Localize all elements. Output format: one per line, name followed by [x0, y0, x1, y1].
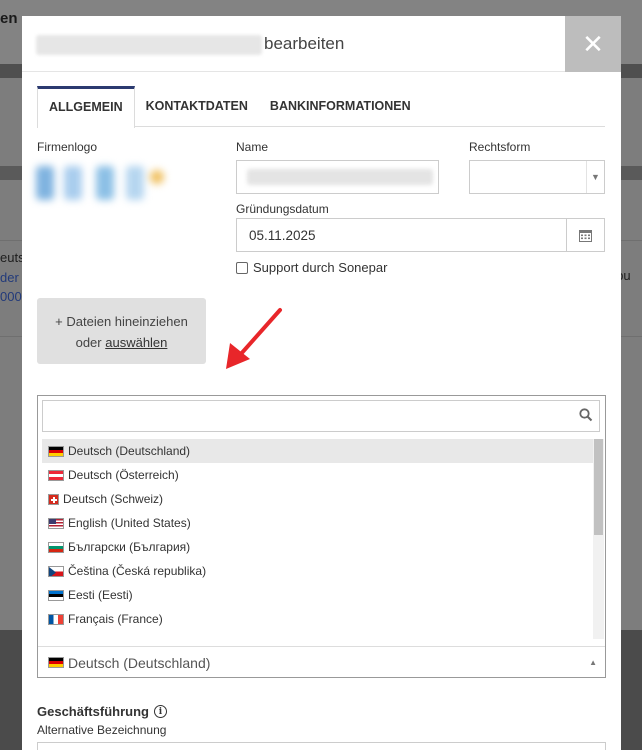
language-dropdown[interactable]: Deutsch (Deutschland) Deutsch (Österreic… — [37, 395, 606, 678]
language-selected-value[interactable]: Deutsch (Deutschland) ▲ — [38, 646, 605, 678]
legal-form-select[interactable]: ▼ — [469, 160, 605, 194]
name-label: Name — [236, 140, 269, 154]
alternative-name-input[interactable] — [37, 742, 606, 750]
support-checkbox-row[interactable]: Support durch Sonepar — [236, 260, 387, 275]
management-section-title: Geschäftsführung i — [37, 704, 167, 719]
language-option-en-us[interactable]: English (United States) — [42, 511, 602, 535]
flag-germany-icon — [48, 657, 64, 668]
alternative-name-label: Alternative Bezeichnung — [37, 723, 167, 737]
flag-france-icon — [48, 613, 64, 625]
language-search-input[interactable] — [42, 400, 600, 432]
flag-bulgaria-icon — [48, 541, 64, 553]
edit-company-modal: bearbeiten ✕ ALLGEMEIN KONTAKTDATEN BANK… — [22, 16, 621, 750]
dropzone-text-2: oder auswählen — [75, 335, 168, 350]
redacted-name-value — [247, 169, 433, 185]
language-option-bg-bg[interactable]: Български (България) — [42, 535, 602, 559]
tab-kontaktdaten[interactable]: KONTAKTDATEN — [135, 86, 259, 127]
search-icon — [579, 408, 593, 422]
chevron-up-icon: ▲ — [589, 658, 597, 667]
dropzone-text: + Dateien hineinziehen — [55, 314, 188, 329]
flag-czech-icon — [48, 565, 64, 577]
red-arrow-annotation — [226, 308, 282, 369]
close-button[interactable]: ✕ — [565, 16, 621, 72]
founding-date-label: Gründungsdatum — [236, 202, 329, 216]
language-option-fr-fr[interactable]: Français (France) — [42, 607, 602, 631]
support-checkbox[interactable] — [236, 261, 248, 274]
modal-title: bearbeiten — [264, 34, 345, 53]
language-option-de-ch[interactable]: Deutsch (Schweiz) — [42, 487, 602, 511]
modal-header: bearbeiten ✕ — [22, 16, 621, 72]
language-option-cs-cz[interactable]: Čeština (Česká republika) — [42, 559, 602, 583]
language-option-de-de[interactable]: Deutsch (Deutschland) — [42, 439, 602, 463]
tab-bar: ALLGEMEIN KONTAKTDATEN BANKINFORMATIONEN — [37, 86, 605, 128]
name-input[interactable] — [236, 160, 439, 194]
scrollbar-thumb[interactable] — [594, 439, 603, 535]
info-icon[interactable]: i — [153, 705, 167, 718]
bg-text: 000 — [0, 289, 22, 304]
logo-label: Firmenlogo — [37, 140, 98, 154]
tab-bankinformationen[interactable]: BANKINFORMATIONEN — [259, 86, 422, 127]
founding-date-input[interactable]: 05.11.2025 — [236, 218, 605, 252]
select-files-link[interactable]: auswählen — [105, 335, 167, 350]
language-options-list: Deutsch (Deutschland) Deutsch (Österreic… — [42, 439, 602, 639]
flag-germany-icon — [48, 445, 64, 457]
flag-usa-icon — [48, 517, 64, 529]
options-scrollbar[interactable] — [593, 439, 604, 639]
language-option-de-at[interactable]: Deutsch (Österreich) — [42, 463, 602, 487]
flag-austria-icon — [48, 469, 64, 481]
close-icon: ✕ — [582, 28, 604, 59]
legal-form-label: Rechtsform — [469, 140, 531, 154]
flag-estonia-icon — [48, 589, 64, 601]
founding-date-value: 05.11.2025 — [249, 228, 316, 243]
bg-text: der — [0, 270, 19, 285]
flag-switzerland-icon — [48, 493, 59, 505]
calendar-icon[interactable] — [566, 219, 604, 251]
logo-dropzone[interactable]: + Dateien hineinziehen oder auswählen — [37, 298, 206, 364]
bg-page-title: en — [0, 10, 18, 27]
tab-allgemein[interactable]: ALLGEMEIN — [37, 86, 135, 128]
company-logo-image — [34, 156, 174, 214]
chevron-down-icon: ▼ — [586, 161, 604, 193]
redacted-company-name — [36, 35, 262, 55]
language-option-et-ee[interactable]: Eesti (Eesti) — [42, 583, 602, 607]
bg-text: euts — [0, 250, 25, 265]
support-label: Support durch Sonepar — [253, 260, 388, 275]
